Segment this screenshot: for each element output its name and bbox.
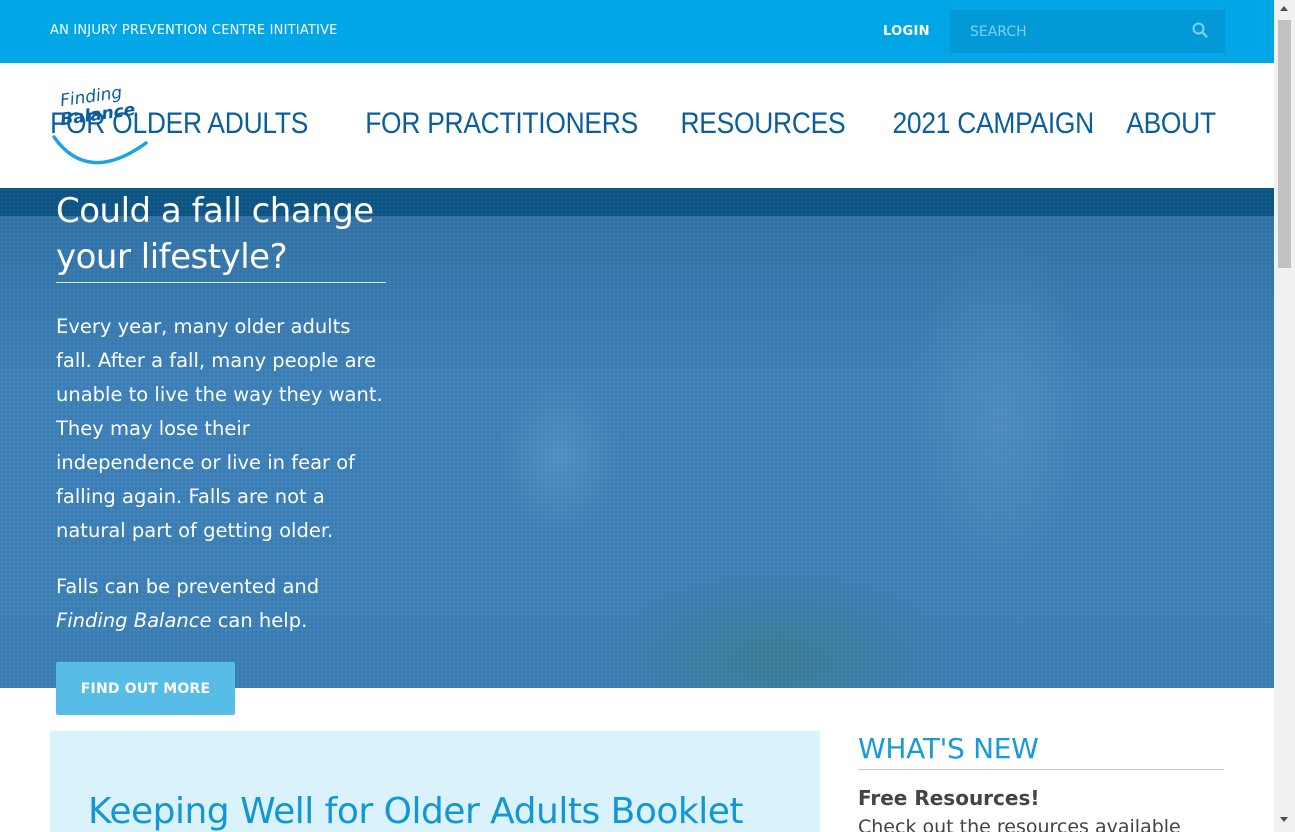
hero-title: Could a fall change your lifestyle?	[56, 188, 386, 283]
news-item-text: Check out the resources available	[858, 816, 1181, 832]
hero-p2-suffix: can help.	[211, 609, 308, 632]
nav-for-practitioners[interactable]: FOR PRACTITIONERS	[365, 107, 638, 141]
login-link[interactable]: LOGIN	[883, 24, 930, 39]
site-header: Finding Balance FOR OLDER ADULTS FOR PRA…	[0, 63, 1274, 188]
whats-new-section: WHAT'S NEW Free Resources! Check out the…	[858, 731, 1224, 832]
nav-resources[interactable]: RESOURCES	[680, 107, 845, 141]
hero-p2-prefix: Falls can be prevented and	[56, 575, 320, 598]
nav-about[interactable]: ABOUT	[1126, 107, 1216, 141]
scrollbar-thumb[interactable]	[1278, 20, 1291, 268]
scroll-down-arrow-icon[interactable]	[1280, 817, 1288, 822]
scroll-up-arrow-icon[interactable]	[1280, 6, 1288, 11]
nav-2021-campaign[interactable]: 2021 CAMPAIGN	[893, 107, 1095, 141]
booklet-title[interactable]: Keeping Well for Older Adults Booklet	[88, 791, 744, 832]
hero-paragraph-2: Falls can be prevented and Finding Balan…	[56, 570, 386, 638]
page-scrollbar[interactable]	[1274, 0, 1295, 832]
hero-paragraph: Every year, many older adults fall. Afte…	[56, 315, 383, 542]
booklet-panel: Keeping Well for Older Adults Booklet	[50, 731, 820, 832]
whats-new-heading: WHAT'S NEW	[858, 731, 1224, 770]
search-icon[interactable]	[1191, 21, 1209, 39]
search-box	[950, 10, 1225, 53]
nav-for-older-adults[interactable]: FOR OLDER ADULTS	[50, 107, 308, 141]
hero-p2-emphasis: Finding Balance	[56, 609, 212, 632]
main-nav: FOR OLDER ADULTS FOR PRACTITIONERS RESOU…	[15, 107, 1216, 141]
find-out-more-button[interactable]: FIND OUT MORE	[56, 662, 235, 715]
tagline: AN INJURY PREVENTION CENTRE INITIATIVE	[50, 23, 338, 38]
search-input[interactable]	[950, 10, 1180, 53]
news-item-title[interactable]: Free Resources!	[858, 786, 1224, 810]
hero-banner: Could a fall change your lifestyle? Ever…	[0, 188, 1274, 688]
top-bar: AN INJURY PREVENTION CENTRE INITIATIVE L…	[0, 0, 1274, 63]
